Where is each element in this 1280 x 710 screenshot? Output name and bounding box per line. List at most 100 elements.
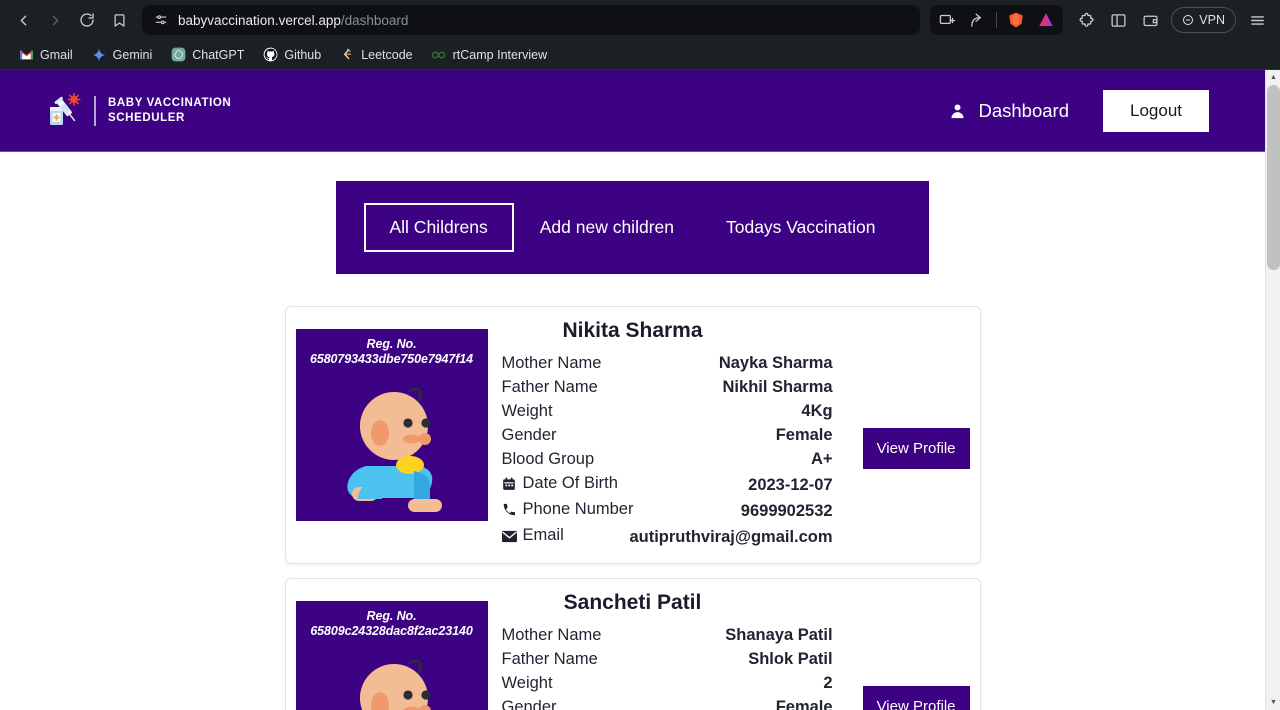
child-details: Mother Name Shanaya Patil Father Name Sh… (502, 621, 833, 710)
brave-leo-icon[interactable] (1031, 5, 1061, 35)
detail-label: Father Name (501, 649, 598, 668)
bookmark-label: ChatGPT (192, 47, 245, 62)
brand-title-line1: BABY VACCINATION (108, 96, 232, 109)
detail-row-gender: Gender Female (502, 695, 833, 710)
detail-row-weight: Weight 2 (502, 671, 833, 695)
sidebar-toggle-icon[interactable] (1103, 5, 1133, 35)
tab-add-new-children[interactable]: Add new children (514, 203, 700, 252)
detail-value: Nayka Sharma (718, 354, 833, 372)
view-profile-button[interactable]: View Profile (862, 686, 970, 710)
bookmark-chatgpt[interactable]: ChatGPT (162, 44, 252, 66)
detail-label: Gender (501, 426, 557, 444)
rtcamp-icon (431, 47, 447, 63)
baby-illustration-icon (322, 643, 462, 710)
url-path: /dashboard (340, 12, 409, 28)
bookmark-leetcode[interactable]: Leetcode (331, 44, 420, 66)
toolbar-right-group: VPN (930, 5, 1272, 35)
reload-button[interactable] (72, 5, 102, 35)
detail-value: Shlok Patil (748, 649, 833, 668)
extensions-puzzle-icon[interactable] (1071, 5, 1101, 35)
detail-row-father: Father Name Shlok Patil (502, 647, 833, 671)
scroll-down-arrow-icon[interactable]: ▼ (1266, 695, 1280, 710)
brave-shields-icon[interactable] (1001, 5, 1031, 35)
browser-chrome: babyvaccination.vercel.app/dashboard VPN… (0, 0, 1280, 70)
app-header: BABY VACCINATION SCHEDULER Dashboard Log… (0, 70, 1265, 152)
reg-no-block: Reg. No. 6580793433dbe750e7947f14 (310, 337, 473, 367)
bookmark-label: Gmail (40, 47, 73, 62)
detail-value: autipruthviraj@gmail.com (629, 527, 833, 546)
tab-todays-vaccination[interactable]: Todays Vaccination (700, 203, 902, 252)
tabs-wrapper: All Childrens Add new children Todays Va… (0, 152, 1265, 274)
wallet-icon[interactable] (1135, 5, 1165, 35)
page-viewport: BABY VACCINATION SCHEDULER Dashboard Log… (0, 70, 1280, 710)
page-content: BABY VACCINATION SCHEDULER Dashboard Log… (0, 70, 1265, 710)
tab-all-childrens[interactable]: All Childrens (363, 203, 514, 252)
reg-no-label: Reg. No. (366, 337, 417, 351)
reg-no-label: Reg. No. (366, 608, 417, 623)
brand-title-line2: SCHEDULER (108, 111, 185, 124)
detail-label: Mother Name (501, 354, 602, 372)
child-photo: Reg. No. 6580793433dbe750e7947f14 (295, 329, 488, 521)
vpn-toggle-icon (1183, 15, 1194, 25)
bookmark-label: Github (284, 47, 322, 62)
leetcode-icon (339, 47, 355, 63)
bookmark-star-icon[interactable] (104, 5, 134, 35)
brand-title: BABY VACCINATION SCHEDULER (108, 96, 231, 126)
child-card: Sancheti Patil Reg. No. 65809c24328dac8f… (284, 577, 981, 710)
envelope-icon (501, 529, 517, 544)
detail-label: Blood Group (501, 450, 595, 468)
bookmark-rtcamp[interactable]: rtCamp Interview (423, 44, 555, 66)
nav-dashboard[interactable]: Dashboard (949, 100, 1069, 122)
page-scrollbar[interactable]: ▲ ▼ (1265, 70, 1280, 710)
bookmark-gemini[interactable]: Gemini (83, 44, 161, 66)
detail-label: Date Of Birth (522, 474, 618, 492)
detail-label: Gender (501, 697, 557, 710)
vaccine-logo-icon (48, 92, 82, 129)
nav-dashboard-label: Dashboard (978, 99, 1069, 121)
site-settings-icon[interactable] (154, 13, 168, 27)
detail-label: Weight (501, 402, 553, 420)
cast-screen-icon[interactable] (932, 5, 962, 35)
child-card-body: Reg. No. 65809c24328dac8f2ac23140 Mother… (295, 600, 970, 710)
reg-no-value: 6580793433dbe750e7947f14 (309, 352, 474, 366)
scrollbar-thumb[interactable] (1267, 85, 1280, 270)
back-button[interactable] (8, 5, 38, 35)
child-details: Mother Name Nayka Sharma Father Name Nik… (501, 349, 833, 549)
detail-label: Weight (501, 673, 553, 692)
bookmark-github[interactable]: Github (254, 44, 329, 66)
detail-row-gender: Gender Female (502, 423, 833, 447)
url-domain: babyvaccination.vercel.app (178, 12, 341, 28)
detail-row-weight: Weight 4Kg (502, 399, 833, 423)
hamburger-menu-icon[interactable] (1242, 5, 1272, 35)
url-text: babyvaccination.vercel.app/dashboard (178, 13, 408, 28)
phone-icon (502, 503, 517, 518)
child-photo: Reg. No. 65809c24328dac8f2ac23140 (295, 600, 488, 710)
detail-value: Female (775, 697, 833, 710)
view-profile-button[interactable]: View Profile (862, 428, 970, 470)
child-card-body: Reg. No. 6580793433dbe750e7947f14 Mother… (295, 329, 970, 549)
share-icon[interactable] (962, 5, 992, 35)
detail-label: Phone Number (522, 500, 634, 518)
chatgpt-icon (170, 47, 186, 63)
forward-button[interactable] (40, 5, 70, 35)
children-list: Nikita Sharma Reg. No. 6580793433dbe750e… (0, 274, 1265, 710)
logout-button[interactable]: Logout (1103, 89, 1209, 132)
vpn-button[interactable]: VPN (1171, 7, 1236, 33)
detail-value: Female (775, 426, 833, 444)
detail-row-mother: Mother Name Shanaya Patil (502, 623, 833, 647)
detail-row-phone: Phone Number 9699902532 (502, 497, 833, 523)
detail-value: 4Kg (801, 402, 833, 420)
baby-illustration-icon (322, 371, 462, 521)
child-card: Nikita Sharma Reg. No. 6580793433dbe750e… (284, 306, 981, 564)
detail-value: 2023-12-07 (748, 476, 833, 494)
bookmark-label: Gemini (112, 47, 153, 62)
bookmark-gmail[interactable]: Gmail (10, 44, 81, 66)
browser-toolbar: babyvaccination.vercel.app/dashboard VPN (0, 0, 1280, 40)
detail-row-email: Email autipruthviraj@gmail.com (501, 523, 833, 549)
calendar-icon (502, 477, 517, 492)
tab-bar: All Childrens Add new children Todays Va… (335, 181, 930, 274)
detail-label: Father Name (501, 378, 598, 396)
scroll-up-arrow-icon[interactable]: ▲ (1266, 70, 1280, 85)
address-bar[interactable]: babyvaccination.vercel.app/dashboard (142, 5, 921, 35)
brand[interactable]: BABY VACCINATION SCHEDULER (48, 92, 231, 129)
